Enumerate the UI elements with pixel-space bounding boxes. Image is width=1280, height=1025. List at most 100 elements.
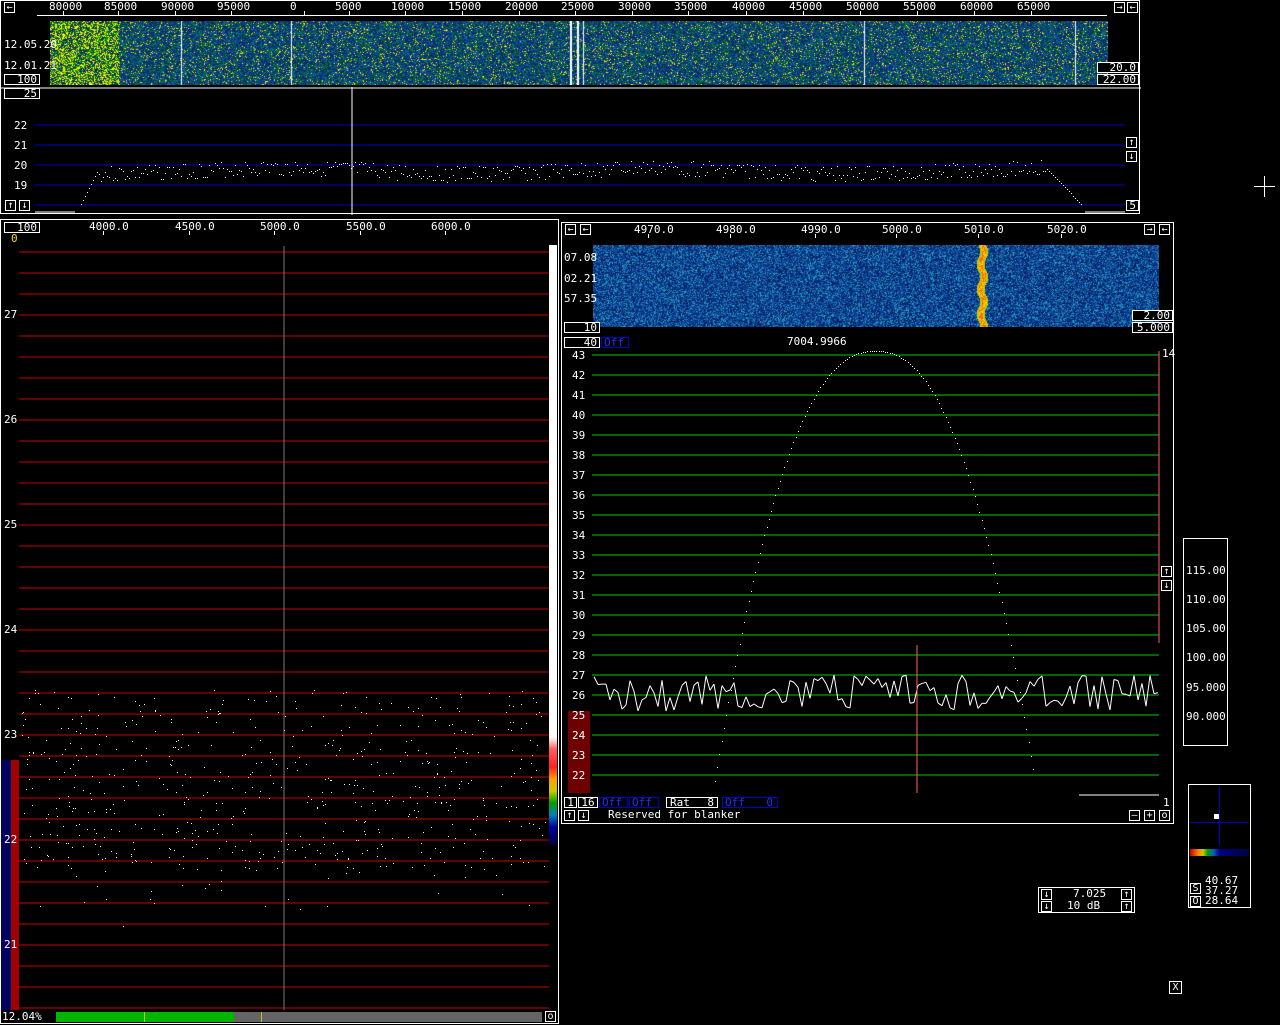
wide-spectrum-point: [953, 163, 954, 164]
bb-ctrl-off-3-box[interactable]: Off 0: [722, 797, 778, 808]
bb-blanker-down-button[interactable]: ↓: [578, 810, 589, 821]
wide-right-down-button[interactable]: ↓: [1126, 151, 1137, 162]
wide-spectrum-point: [571, 168, 572, 169]
gain-value[interactable]: 10 dB: [1067, 900, 1100, 912]
bb-filter-curve-point: [970, 482, 971, 483]
wide-spectrum-point: [565, 165, 566, 166]
freq-down-button[interactable]: ↓: [1041, 889, 1052, 900]
polarization-scope[interactable]: [1190, 786, 1249, 845]
wide-right-up-button[interactable]: ↑: [1126, 137, 1137, 148]
hires-spectrum-point: [111, 829, 112, 830]
wide-spectrum-point: [517, 166, 518, 167]
bb-spectrum-plot[interactable]: [562, 223, 1175, 825]
hires-spectrum-point: [254, 700, 255, 701]
wide-down-arrow-button[interactable]: ↓: [19, 200, 30, 211]
wide-spectrum-point: [499, 170, 500, 171]
coherent-o-button[interactable]: O: [1190, 896, 1201, 907]
hires-spectrum-point: [456, 748, 457, 749]
bb-filter-curve-point: [1004, 613, 1005, 614]
bb-blanker-up-button[interactable]: ↑: [564, 810, 575, 821]
bb-spectrum-segment: [762, 694, 766, 708]
hires-spectrum-point: [361, 712, 362, 713]
hires-spectrum-point: [98, 854, 99, 855]
hires-spectrum-point: [250, 719, 251, 720]
wide-up-arrow-button[interactable]: ↑: [5, 200, 16, 211]
hires-spectrum-point: [216, 722, 217, 723]
hires-spectrum-point: [510, 722, 511, 723]
hires-spectrum-point: [218, 711, 219, 712]
bb-plus-button[interactable]: +: [1144, 810, 1155, 821]
gain-down-button[interactable]: ↓: [1041, 901, 1052, 912]
wide-spectrum-point: [941, 174, 942, 175]
hires-spectrum-point: [285, 716, 286, 717]
hires-spectrum-point: [49, 822, 50, 823]
bb-spectrum-segment: [1030, 682, 1034, 687]
coherent-s-button[interactable]: S: [1190, 883, 1201, 894]
hires-spectrum-point: [359, 872, 360, 873]
wide-spectrum-point: [253, 169, 254, 170]
hires-spectrum-point: [192, 840, 193, 841]
hires-spectrum-point: [536, 702, 537, 703]
wide-spectrum-point: [473, 172, 474, 173]
bb-filter-curve-point: [733, 678, 734, 679]
wide-spectrum-point: [727, 168, 728, 169]
wide-spectrum-point: [171, 178, 172, 179]
hires-spectrum-point: [81, 716, 82, 717]
bb-minus-button[interactable]: –: [1129, 810, 1140, 821]
hires-spectrum-point: [288, 844, 289, 845]
wide-spectrum-point: [545, 179, 546, 180]
hires-spectrum-point: [427, 792, 428, 793]
bb-spectrum-segment: [922, 682, 926, 683]
hires-spectrum-point: [219, 848, 220, 849]
close-icon[interactable]: X: [1169, 981, 1182, 994]
wide-spectrum-point: [823, 167, 824, 168]
bb-up-arrow-button[interactable]: ↑: [1161, 566, 1172, 577]
hires-spectrum-point: [116, 857, 117, 858]
hires-spectrum-point: [72, 847, 73, 848]
hires-spectrum-point: [136, 861, 137, 862]
bb-filter-curve-point: [782, 474, 783, 475]
bb-filter-curve-point: [793, 442, 794, 443]
hires-spectrum-point: [178, 749, 179, 750]
bb-spectrum-segment: [682, 681, 686, 685]
bb-o-button[interactable]: o: [1159, 810, 1170, 821]
hires-spectrum-point: [79, 824, 80, 825]
bb-filter-curve-point: [843, 362, 844, 363]
wide-spectrum-point: [195, 178, 196, 179]
hires-spectrum-point: [62, 754, 63, 755]
wide-spectrum-point: [479, 166, 480, 167]
gain-up-button[interactable]: ↑: [1121, 901, 1132, 912]
wide-spectrum-point: [411, 177, 412, 178]
bb-ctrl-1-box[interactable]: 1: [564, 797, 577, 808]
hires-spectrum-point: [323, 716, 324, 717]
bb-spectrum-segment: [1114, 680, 1118, 681]
bb-filter-curve-point: [957, 443, 958, 444]
bb-ctrl-off-1[interactable]: Off: [599, 797, 628, 808]
bb-ctrl-rat-box[interactable]: Rat 8: [666, 797, 718, 808]
hires-spectrum-point: [459, 788, 460, 789]
bb-filter-curve-point: [1013, 657, 1014, 658]
bb-spectrum-segment: [694, 682, 698, 685]
wide-spectrum-point: [257, 175, 258, 176]
hires-spectrum-point: [29, 698, 30, 699]
wide-right-bottom-small-box[interactable]: 5: [1126, 200, 1139, 211]
wide-spectrum-point: [487, 178, 488, 179]
hires-o-button[interactable]: o: [545, 1011, 556, 1022]
wide-spectrum-point: [979, 166, 980, 167]
wide-spectrum-point: [243, 176, 244, 177]
wide-spectrum-point: [393, 167, 394, 168]
bb-spectrum-segment: [1106, 694, 1110, 710]
wide-spectrum-point: [825, 172, 826, 173]
bb-down-arrow-button[interactable]: ↓: [1161, 580, 1172, 591]
bb-ctrl-off-2[interactable]: Off: [629, 797, 659, 808]
hires-spectrum-plot[interactable]: [1, 220, 560, 1025]
bb-filter-curve-point: [847, 359, 848, 360]
hires-spectrum-point: [496, 875, 497, 876]
freq-up-button[interactable]: ↑: [1121, 889, 1132, 900]
polarization-colorbar: [1190, 849, 1249, 856]
hires-spectrum-point: [58, 842, 59, 843]
hires-spectrum-point: [513, 722, 514, 723]
bb-ctrl-16-box[interactable]: 16: [578, 797, 598, 808]
wide-spectrum-point: [309, 172, 310, 173]
wide-spectrum-point: [321, 176, 322, 177]
